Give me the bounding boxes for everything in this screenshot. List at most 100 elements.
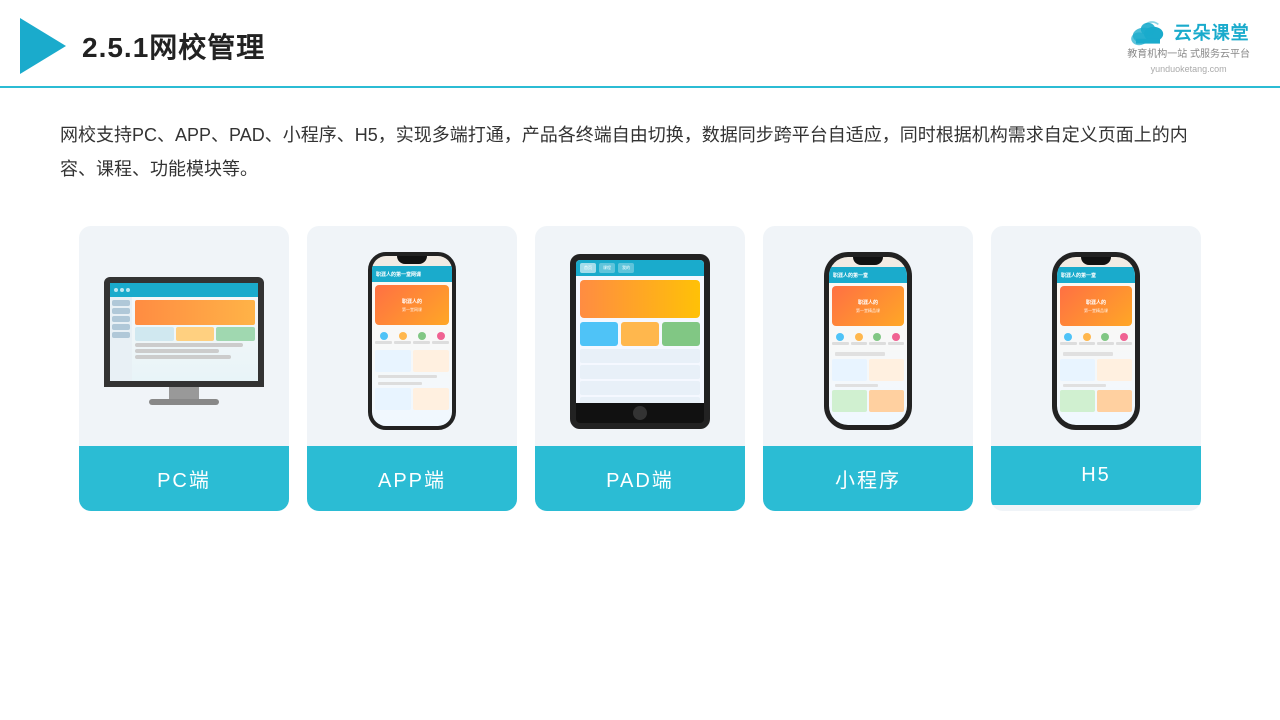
- h5-content-row-2: [1060, 390, 1132, 412]
- h5-text-line: [1063, 352, 1113, 356]
- tablet-list: [576, 346, 704, 403]
- tab-active: 首页: [580, 263, 596, 273]
- header: 2.5.1网校管理 云朵课堂 教育机构一站 式服务云平台 yunduoketan…: [0, 0, 1280, 88]
- icon-circle: [399, 332, 407, 340]
- pc-text-line: [135, 355, 231, 359]
- pc-banner: [135, 300, 255, 325]
- miniapp-icon-2: [851, 331, 868, 347]
- icon-circle: [1064, 333, 1072, 341]
- phone-content-row-2: [375, 388, 449, 410]
- pc-stand: [169, 387, 199, 399]
- pc-screen-header: [110, 283, 258, 297]
- pc-sidebar-item: [112, 300, 130, 306]
- icon-circle: [836, 333, 844, 341]
- h5-content-row: [1060, 359, 1132, 381]
- h5-icon-4: [1116, 331, 1133, 347]
- h5-icon-3: [1097, 331, 1114, 347]
- phone-text-line: [378, 382, 422, 385]
- miniapp-banner: 职涯人的 第一堂精品课: [832, 286, 904, 326]
- icon-label: [1097, 342, 1114, 345]
- h5-banner: 职涯人的 第一堂精品课: [1060, 286, 1132, 326]
- phone-icon-2: [394, 330, 411, 346]
- miniapp-app-header: 职涯人的第一堂: [829, 267, 907, 283]
- icon-circle: [418, 332, 426, 340]
- miniapp-card: 职涯人的第一堂 职涯人的 第一堂精品课: [763, 226, 973, 511]
- pc-label: PC端: [79, 446, 289, 511]
- header-left: 2.5.1网校管理: [20, 18, 265, 74]
- h5-phone-mockup: 职涯人的第一堂 职涯人的 第一堂精品课: [1052, 252, 1140, 430]
- pc-dot-2: [120, 288, 124, 292]
- phone-banner: 职涯人的 第一堂网课: [375, 285, 449, 325]
- h5-text-line-2: [1063, 384, 1106, 387]
- pc-mockup: [97, 277, 272, 405]
- phone-text-line: [378, 375, 437, 378]
- pc-dot-1: [114, 288, 118, 292]
- pc-text-line: [135, 349, 219, 353]
- tablet-screen: 首页 课程 我的: [576, 260, 704, 403]
- miniapp-image-area: 职涯人的第一堂 职涯人的 第一堂精品课: [763, 226, 973, 446]
- pc-card-item: [216, 327, 255, 341]
- brand-name-text: 云朵课堂: [1174, 19, 1250, 45]
- miniapp-text-line-2: [835, 384, 878, 387]
- miniapp-icon-1: [832, 331, 849, 347]
- miniapp-text-line: [835, 352, 885, 356]
- miniapp-content-rows: [829, 349, 907, 414]
- h5-icon-1: [1060, 331, 1077, 347]
- phone-content-row: [375, 350, 449, 372]
- h5-content-card-4: [1097, 390, 1132, 412]
- icon-circle: [1101, 333, 1109, 341]
- icon-label: [851, 342, 868, 345]
- h5-icon-2: [1079, 331, 1096, 347]
- pc-image-area: [79, 226, 289, 446]
- brand-tagline-text: 教育机构一站 式服务云平台: [1127, 48, 1250, 62]
- miniapp-content-row: [832, 359, 904, 381]
- pc-card-item: [176, 327, 215, 341]
- pad-image-area: 首页 课程 我的: [535, 226, 745, 446]
- phone-banner-title: 职涯人的: [402, 298, 422, 305]
- tablet-cards: [576, 322, 704, 346]
- h5-app-header: 职涯人的第一堂: [1057, 267, 1135, 283]
- brand-area: 云朵课堂 教育机构一站 式服务云平台 yunduoketang.com: [1127, 18, 1250, 74]
- logo-icon: [20, 18, 66, 74]
- miniapp-content-card-2: [832, 390, 867, 412]
- miniapp-content-card-3: [869, 390, 904, 412]
- tab-1: 课程: [599, 263, 615, 273]
- icon-label: [432, 341, 449, 344]
- pc-main-area: [132, 297, 258, 381]
- tablet-card-3: [662, 322, 700, 346]
- h5-label: H5: [991, 446, 1201, 505]
- tablet-card-1: [580, 322, 618, 346]
- miniapp-header-label: 职涯人的第一堂: [833, 272, 868, 279]
- phone-icon-3: [413, 330, 430, 346]
- phone-notch: [397, 256, 427, 264]
- tablet-header: 首页 课程 我的: [576, 260, 704, 276]
- pc-screen-body: [110, 297, 258, 381]
- tablet-card-2: [621, 322, 659, 346]
- phone-icons-row: [372, 328, 452, 348]
- tablet-home-button: [633, 406, 647, 420]
- pad-label: PAD端: [535, 446, 745, 511]
- icon-label: [832, 342, 849, 345]
- miniapp-icon-3: [869, 331, 886, 347]
- icon-label: [1079, 342, 1096, 345]
- brand-logo: 云朵课堂: [1128, 18, 1250, 46]
- h5-banner-subtitle: 第一堂精品课: [1084, 308, 1108, 314]
- tab-2: 我的: [618, 263, 634, 273]
- phone-icon-4: [432, 330, 449, 346]
- h5-banner-title: 职涯人的: [1086, 299, 1106, 306]
- h5-icons-row: [1057, 329, 1135, 349]
- icon-circle: [437, 332, 445, 340]
- icon-circle: [380, 332, 388, 340]
- phone-icon-1: [375, 330, 392, 346]
- miniapp-icon-4: [888, 331, 905, 347]
- phone-content-rows: [372, 348, 452, 412]
- h5-header-label: 职涯人的第一堂: [1061, 272, 1096, 279]
- phone-banner-subtitle: 第一堂网课: [402, 307, 422, 313]
- pad-card: 首页 课程 我的: [535, 226, 745, 511]
- phone-notch-3: [1081, 257, 1111, 265]
- pc-sidebar-item: [112, 316, 130, 322]
- tablet-list-item: [580, 397, 700, 403]
- miniapp-banner-title: 职涯人的: [858, 299, 878, 306]
- app-label: APP端: [307, 446, 517, 511]
- pc-screen: [110, 283, 258, 381]
